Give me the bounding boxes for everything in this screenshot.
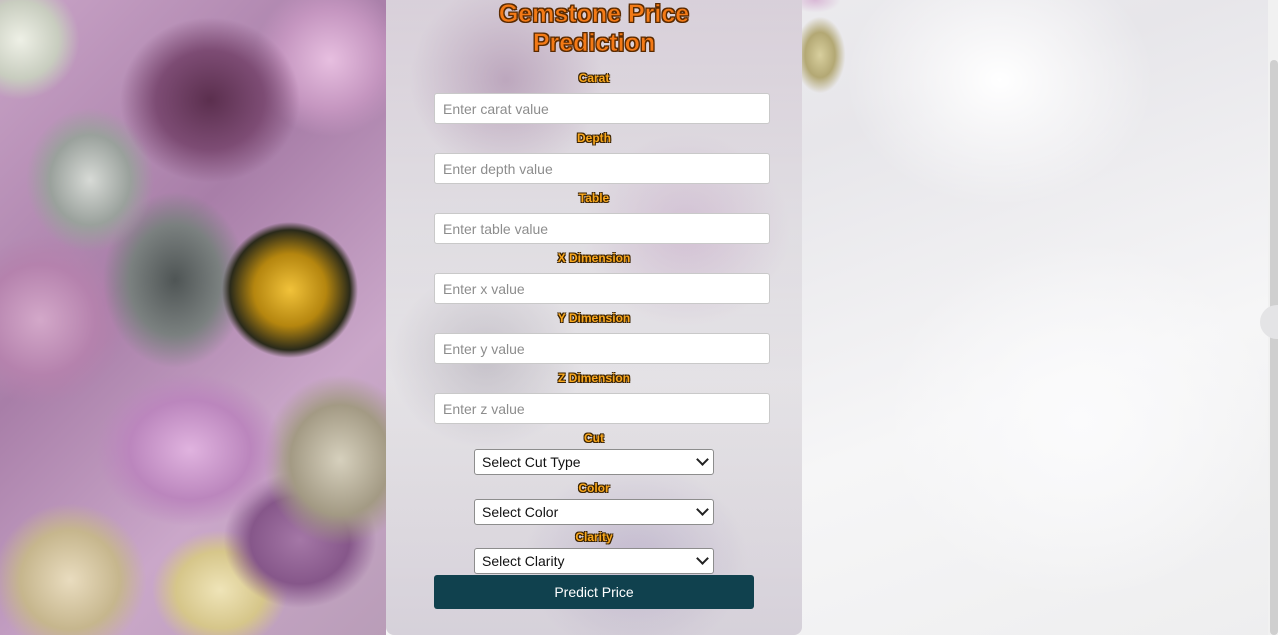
carat-input[interactable] (434, 93, 770, 124)
table-label: Table (578, 191, 610, 205)
cut-label: Cut (584, 431, 604, 445)
clarity-select-value: Select Clarity (482, 553, 565, 569)
color-label: Color (578, 481, 610, 495)
y-dimension-input[interactable] (434, 333, 770, 364)
cut-select-value: Select Cut Type (482, 454, 581, 470)
chevron-down-icon (696, 453, 709, 466)
page-title-line1: Gemstone Price (498, 0, 690, 28)
z-dimension-label: Z Dimension (557, 371, 630, 385)
gemstone-photo-left (0, 0, 386, 635)
cut-select[interactable]: Select Cut Type (474, 449, 714, 475)
carat-label: Carat (578, 71, 610, 85)
table-input[interactable] (434, 213, 770, 244)
page-title-line2: Prediction (532, 29, 656, 58)
color-select[interactable]: Select Color (474, 499, 714, 525)
color-select-value: Select Color (482, 504, 559, 520)
depth-label: Depth (577, 131, 611, 145)
x-dimension-input[interactable] (434, 273, 770, 304)
scrollbar-thumb[interactable] (1270, 60, 1278, 635)
z-dimension-input[interactable] (434, 393, 770, 424)
page-title: Gemstone Price Prediction (386, 0, 802, 58)
clarity-label: Clarity (575, 530, 613, 544)
depth-input[interactable] (434, 153, 770, 184)
clarity-select[interactable]: Select Clarity (474, 548, 714, 574)
y-dimension-label: Y Dimension (557, 311, 631, 325)
chevron-down-icon (696, 503, 709, 516)
chevron-down-icon (696, 552, 709, 565)
predict-price-button[interactable]: Predict Price (434, 575, 754, 609)
x-dimension-label: X Dimension (557, 251, 631, 265)
gemstone-photo-right (800, 10, 860, 100)
gemstone-photo-top (800, 0, 850, 20)
